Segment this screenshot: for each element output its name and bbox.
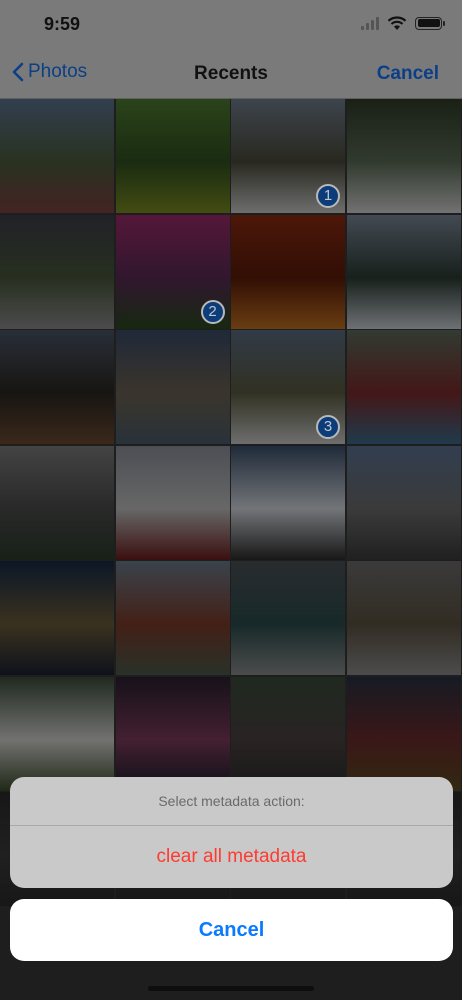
selection-badge: 3 [316, 415, 340, 439]
photo-grass-coast[interactable] [0, 99, 114, 213]
photo-sailing-ship[interactable] [0, 330, 114, 444]
photo-autumn-path[interactable] [231, 214, 345, 329]
battery-icon [415, 16, 445, 30]
nav-cancel-button[interactable]: Cancel [377, 63, 439, 85]
cellular-signal-icon [361, 16, 379, 30]
status-time: 9:59 [44, 14, 81, 34]
photo-snow-train[interactable] [115, 445, 230, 560]
photo-white-dog[interactable] [0, 676, 114, 791]
action-sheet-cancel-button[interactable]: Cancel [10, 899, 453, 961]
photo-narrow-street[interactable] [231, 676, 345, 791]
photo-snowy-peak[interactable] [231, 445, 345, 560]
photo-city-beach[interactable] [346, 561, 461, 675]
photo-ocean-waves[interactable] [231, 561, 345, 675]
action-sheet-title: Select metadata action: [10, 777, 453, 826]
photo-waterfall-cliff[interactable]: 1 [231, 99, 345, 213]
photo-mossy-waterfall[interactable] [346, 99, 461, 213]
photo-skogafoss[interactable] [0, 214, 114, 329]
wifi-icon [387, 16, 407, 30]
photo-st-peters[interactable] [346, 445, 461, 560]
photo-pink-flowers[interactable]: 2 [115, 214, 230, 329]
photo-harbor-buildings[interactable] [115, 330, 230, 444]
clear-metadata-button[interactable]: clear all metadata [10, 826, 453, 888]
photo-tokyo-station[interactable] [115, 561, 230, 675]
action-sheet: Select metadata action: clear all metada… [10, 777, 453, 888]
photo-city-night[interactable] [346, 676, 461, 791]
photo-marbles[interactable] [346, 330, 461, 444]
selection-badge: 1 [316, 184, 340, 208]
status-bar: 9:59 [0, 0, 462, 50]
photo-two-men-bench[interactable] [0, 445, 114, 560]
photo-times-square[interactable] [115, 676, 230, 791]
selection-badge: 2 [200, 299, 225, 324]
photo-snowy-forest[interactable] [346, 214, 461, 329]
status-icons [361, 15, 445, 31]
photo-green-leaves[interactable] [115, 99, 230, 213]
navigation-bar: Photos Recents Cancel [0, 50, 462, 99]
photo-tower-bridge[interactable] [0, 561, 114, 675]
home-indicator [148, 986, 314, 991]
photo-hollywood-sign[interactable]: 3 [231, 330, 345, 444]
